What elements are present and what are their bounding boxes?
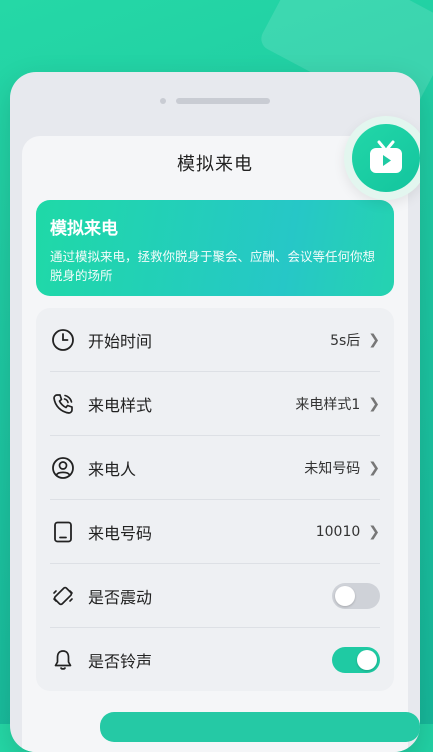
phone-frame: 模拟来电 模拟来电 通过模拟来电，拯救你脱身于聚会、应酬、会议等任何你想脱身的场… [10, 72, 420, 752]
tv-badge [344, 116, 420, 200]
settings-list: 开始时间 5s后 ❯ 来电样式 来电样式1 ❯ 来电人 未知号码 ❯ 来电号码 … [36, 308, 394, 691]
setting-call-style[interactable]: 来电样式 来电样式1 ❯ [50, 372, 380, 436]
tv-icon [352, 124, 420, 192]
mobile-phone-icon [50, 519, 76, 545]
vibrate-icon [50, 583, 76, 609]
setting-label: 来电号码 [88, 523, 153, 543]
phone-ring-icon [50, 391, 76, 417]
clock-icon [50, 327, 76, 353]
notch-dot [160, 98, 166, 104]
setting-value: 未知号码 [304, 460, 361, 477]
setting-caller[interactable]: 来电人 未知号码 ❯ [50, 436, 380, 500]
ringtone-toggle[interactable] [332, 646, 380, 673]
toggle-knob [335, 585, 355, 606]
chevron-right-icon: ❯ [368, 523, 380, 540]
setting-vibrate: 是否震动 [50, 564, 380, 628]
banner-description: 通过模拟来电，拯救你脱身于聚会、应酬、会议等任何你想脱身的场所 [50, 249, 376, 283]
chevron-right-icon: ❯ [368, 331, 380, 348]
person-icon [50, 455, 76, 481]
toggle-knob [357, 649, 377, 670]
banner-title: 模拟来电 [50, 219, 118, 239]
setting-label: 来电样式 [88, 395, 153, 415]
setting-value: 来电样式1 [295, 396, 361, 413]
bell-icon [50, 647, 76, 673]
setting-start-time[interactable]: 开始时间 5s后 ❯ [50, 308, 380, 372]
notch-bar [176, 98, 270, 104]
setting-label: 开始时间 [88, 331, 153, 351]
intro-banner: 模拟来电 通过模拟来电，拯救你脱身于聚会、应酬、会议等任何你想脱身的场所 [36, 200, 394, 296]
chevron-right-icon: ❯ [368, 459, 380, 476]
setting-label: 是否震动 [88, 587, 153, 607]
bottom-card-peek [22, 722, 92, 752]
setting-label: 来电人 [88, 459, 137, 479]
setting-label: 是否铃声 [88, 651, 153, 671]
bottom-action-peek [100, 712, 420, 742]
main-card: 模拟来电 模拟来电 通过模拟来电，拯救你脱身于聚会、应酬、会议等任何你想脱身的场… [22, 116, 420, 752]
phone-notch [160, 98, 270, 104]
chevron-right-icon: ❯ [368, 395, 380, 412]
vibrate-toggle[interactable] [332, 582, 380, 609]
setting-value: 10010 [315, 523, 361, 540]
setting-value: 5s后 [330, 332, 361, 349]
setting-call-number[interactable]: 来电号码 10010 ❯ [50, 500, 380, 564]
setting-ringtone: 是否铃声 [50, 628, 380, 691]
